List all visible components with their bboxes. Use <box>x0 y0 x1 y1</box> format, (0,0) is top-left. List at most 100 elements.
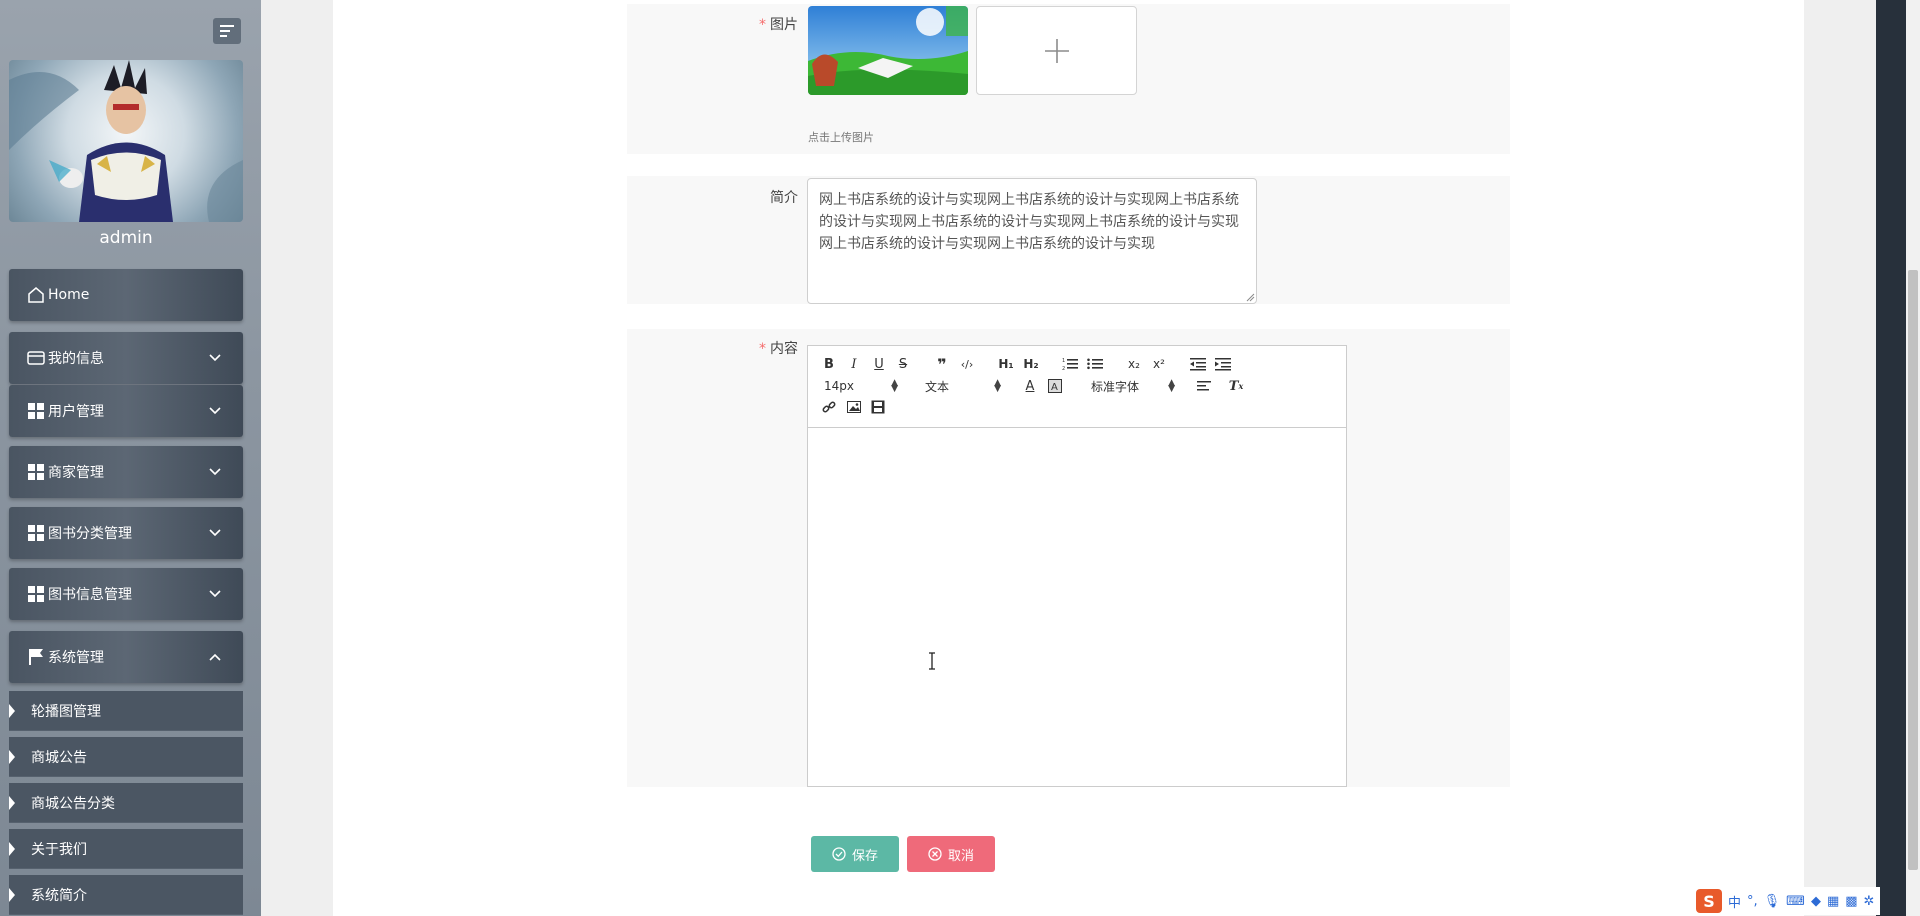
chevron-down-icon <box>205 584 225 604</box>
plus-icon <box>1044 38 1069 63</box>
nav-item-label: 系统管理 <box>48 650 104 666</box>
indent-icon[interactable] <box>1213 354 1233 374</box>
toolbox-icon[interactable]: ▦ <box>1827 894 1839 909</box>
editor-toolbar: B I U S ❞ ‹/› H₁ H₂ 12 x₂ x² 14px ▲ ▼ 文本 … <box>808 346 1346 428</box>
image-upload-button[interactable] <box>976 6 1137 95</box>
intro-text: 网上书店系统的设计与实现网上书店系统的设计与实现网上书店系统的设计与实现网上书店… <box>819 192 1239 252</box>
grid-icon <box>26 523 46 543</box>
ime-mode-toggle[interactable]: 中 <box>1728 892 1741 911</box>
uploaded-image-thumbnail[interactable] <box>808 6 968 95</box>
sub-item-about-us[interactable]: 关于我们 <box>9 829 243 869</box>
nav-item-home[interactable]: Home <box>9 269 243 321</box>
svg-text:1: 1 <box>1062 358 1065 364</box>
superscript-icon[interactable]: x² <box>1149 354 1169 374</box>
editor-content-area[interactable] <box>808 428 1346 786</box>
header-2-icon[interactable]: H₂ <box>1021 354 1041 374</box>
sub-item-mall-notice[interactable]: 商城公告 <box>9 737 243 777</box>
svg-text:2: 2 <box>1062 366 1065 371</box>
chevron-down-icon <box>205 401 225 421</box>
username: admin <box>99 228 153 248</box>
content-label: * 内容 <box>759 341 798 357</box>
image-insert-icon[interactable] <box>844 397 864 417</box>
nav-item-label: 我的信息 <box>48 351 104 367</box>
cancel-button[interactable]: 取消 <box>907 836 995 872</box>
nav-item-book-info-management[interactable]: 图书信息管理 <box>9 568 243 620</box>
sub-item-label: 商城公告分类 <box>31 795 115 812</box>
caret-right-icon <box>9 842 15 856</box>
skin-icon[interactable]: ◆ <box>1811 894 1821 909</box>
blockquote-icon[interactable]: ❞ <box>932 354 952 374</box>
page-scrollbar-thumb[interactable] <box>1908 270 1918 870</box>
grid-menu-icon[interactable]: ▩ <box>1845 894 1857 909</box>
select-arrows-icon: ▲ ▼ <box>994 378 1001 394</box>
grid-icon <box>26 401 46 421</box>
nav-item-system-management[interactable]: 系统管理 <box>9 631 243 683</box>
header-1-icon[interactable]: H₁ <box>996 354 1016 374</box>
nav-item-label: 商家管理 <box>48 465 104 481</box>
clear-format-icon[interactable]: Tx <box>1226 376 1246 396</box>
nav-item-merchant-management[interactable]: 商家管理 <box>9 446 243 498</box>
select-arrows-icon: ▲ ▼ <box>891 378 898 394</box>
chevron-down-icon <box>205 348 225 368</box>
required-marker: * <box>759 341 766 357</box>
background-color-icon[interactable]: A <box>1045 376 1065 396</box>
sub-item-label: 商城公告 <box>31 749 87 766</box>
sub-item-carousel-management[interactable]: 轮播图管理 <box>9 691 243 731</box>
ordered-list-icon[interactable]: 12 <box>1060 354 1080 374</box>
link-icon[interactable] <box>819 397 839 417</box>
font-color-icon[interactable]: A <box>1020 376 1040 396</box>
settings-icon[interactable]: ✲ <box>1864 894 1875 909</box>
chevron-up-icon <box>205 647 225 667</box>
resize-grip-icon[interactable] <box>1245 292 1255 302</box>
chevron-down-icon <box>205 523 225 543</box>
keyboard-icon[interactable]: ⌨ <box>1786 894 1805 909</box>
underline-icon[interactable]: U <box>869 354 889 374</box>
nav-item-label: 图书信息管理 <box>48 587 132 603</box>
outdent-icon[interactable] <box>1188 354 1208 374</box>
right-frame-edge <box>1876 0 1906 916</box>
nav-item-my-info[interactable]: 我的信息 <box>9 332 243 384</box>
save-button[interactable]: 保存 <box>811 836 899 872</box>
align-left-icon[interactable] <box>1194 376 1214 396</box>
ime-logo[interactable]: S <box>1696 889 1722 913</box>
select-arrows-icon: ▲ ▼ <box>1168 378 1175 394</box>
avatar-figure-image <box>9 60 243 222</box>
font-size-select[interactable]: 14px ▲ ▼ <box>824 376 898 396</box>
svg-text:A: A <box>1051 382 1058 393</box>
sub-item-label: 轮播图管理 <box>31 703 101 720</box>
subscript-icon[interactable]: x₂ <box>1124 354 1144 374</box>
chevron-down-icon <box>205 462 225 482</box>
video-insert-icon[interactable] <box>868 397 888 417</box>
strikethrough-icon[interactable]: S <box>893 354 913 374</box>
header-select[interactable]: 文本 ▲ ▼ <box>925 376 1001 396</box>
image-label: * 图片 <box>759 17 798 33</box>
caret-right-icon <box>9 750 15 764</box>
intro-textarea[interactable]: 网上书店系统的设计与实现网上书店系统的设计与实现网上书店系统的设计与实现网上书店… <box>807 178 1257 304</box>
grid-icon <box>26 462 46 482</box>
caret-right-icon <box>9 704 15 718</box>
microphone-icon[interactable]: 🎙 <box>1764 894 1781 909</box>
sub-item-mall-notice-category[interactable]: 商城公告分类 <box>9 783 243 823</box>
close-circle-icon <box>928 847 942 861</box>
bold-icon[interactable]: B <box>819 354 839 374</box>
landscape-photo-image <box>808 6 968 95</box>
home-icon <box>26 285 46 305</box>
nav-item-user-management[interactable]: 用户管理 <box>9 385 243 437</box>
sub-item-system-intro[interactable]: 系统简介 <box>9 875 243 915</box>
sub-item-label: 系统简介 <box>31 887 87 904</box>
italic-icon[interactable]: I <box>844 354 864 374</box>
punctuation-icon[interactable]: °, <box>1747 894 1758 909</box>
sidebar: admin Home 我的信息 用户管理 商家管理 图书分类管理 图书信息管理 … <box>0 0 261 916</box>
bullet-list-icon[interactable] <box>1085 354 1105 374</box>
text-cursor-icon <box>929 652 935 670</box>
nav-item-book-category-management[interactable]: 图书分类管理 <box>9 507 243 559</box>
rich-text-editor: B I U S ❞ ‹/› H₁ H₂ 12 x₂ x² 14px ▲ ▼ 文本 … <box>807 345 1347 787</box>
flag-icon <box>26 647 46 667</box>
menu-collapse-button[interactable] <box>213 18 241 44</box>
nav-item-label: 用户管理 <box>48 404 104 420</box>
font-family-select[interactable]: 标准字体 ▲ ▼ <box>1091 376 1175 396</box>
code-block-icon[interactable]: ‹/› <box>957 354 977 374</box>
grid-icon <box>26 584 46 604</box>
required-marker: * <box>759 17 766 33</box>
caret-right-icon <box>9 888 15 902</box>
